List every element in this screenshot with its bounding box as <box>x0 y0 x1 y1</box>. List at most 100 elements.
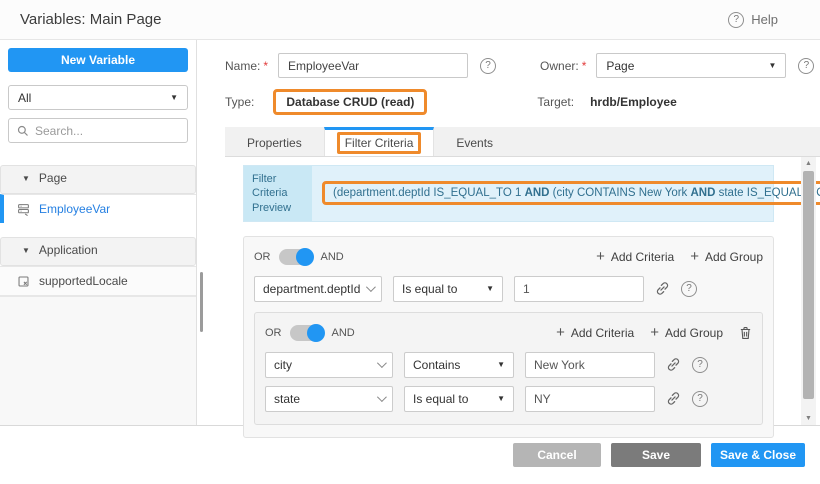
target-label: Target: <box>537 95 574 109</box>
scroll-down-arrow[interactable]: ▼ <box>801 412 816 425</box>
chevron-down-icon <box>377 393 387 403</box>
bind-variable-button[interactable] <box>666 391 681 406</box>
tree-node-employeevar[interactable]: EmployeeVar <box>0 194 196 223</box>
trash-icon <box>739 326 752 340</box>
help-label: Help <box>751 12 778 27</box>
save-button[interactable]: Save <box>611 443 701 467</box>
operator-select[interactable]: Is equal to ▼ <box>393 276 503 302</box>
or-and-toggle[interactable] <box>290 325 324 341</box>
bind-variable-button[interactable] <box>655 281 670 296</box>
delete-group-button[interactable] <box>739 326 752 340</box>
field-select[interactable]: state <box>265 386 393 412</box>
chevron-down-icon <box>366 283 376 293</box>
tree-node-application[interactable]: ▼ Application <box>0 237 196 266</box>
owner-value: Page <box>606 59 634 73</box>
model-variable-icon <box>17 275 30 288</box>
value-input[interactable] <box>525 352 655 378</box>
name-label: Name: <box>225 59 260 73</box>
help-button[interactable]: ? Help <box>728 12 778 28</box>
caret-down-icon: ▼ <box>170 93 178 102</box>
scroll-up-arrow[interactable]: ▲ <box>801 157 816 170</box>
add-group-label: Add Group <box>665 326 723 340</box>
caret-down-icon: ▼ <box>486 284 494 293</box>
target-value: hrdb/Employee <box>590 95 677 109</box>
field-select[interactable]: city <box>265 352 393 378</box>
vertical-scrollbar[interactable]: ▲ ▼ <box>801 157 816 425</box>
criteria-help-icon[interactable]: ? <box>681 281 697 297</box>
operator-select[interactable]: Contains ▼ <box>404 352 514 378</box>
operator-value: Is equal to <box>413 392 468 406</box>
add-criteria-button[interactable]: + Add Criteria <box>556 325 634 340</box>
caret-down-icon: ▼ <box>497 360 505 369</box>
bind-variable-button[interactable] <box>666 357 681 372</box>
preview-label: Filter Criteria Preview <box>244 166 312 221</box>
value-input[interactable] <box>514 276 644 302</box>
plus-icon: + <box>596 249 605 264</box>
add-group-button[interactable]: + Add Group <box>650 325 723 340</box>
tree-node-label: Page <box>39 171 67 185</box>
name-input[interactable] <box>278 53 468 78</box>
and-label: AND <box>321 251 344 263</box>
operator-value: Is equal to <box>402 282 457 296</box>
or-label: OR <box>265 327 282 339</box>
add-criteria-button[interactable]: + Add Criteria <box>596 249 674 264</box>
required-marker: * <box>582 59 587 73</box>
group-toolbar: OR AND + Add Criteria + Add Group <box>254 246 763 268</box>
tree-node-page[interactable]: ▼ Page <box>0 165 196 194</box>
add-group-button[interactable]: + Add Group <box>690 249 763 264</box>
toggle-knob <box>307 324 325 342</box>
or-label: OR <box>254 251 271 263</box>
criteria-help-icon[interactable]: ? <box>692 391 708 407</box>
criteria-row: state Is equal to ▼ <box>265 386 752 412</box>
operator-value: Contains <box>413 358 460 372</box>
value-input[interactable] <box>525 386 655 412</box>
name-help-icon[interactable]: ? <box>480 58 496 74</box>
caret-down-icon: ▼ <box>768 61 776 70</box>
or-and-toggle[interactable] <box>279 249 313 265</box>
tab-properties[interactable]: Properties <box>225 127 324 156</box>
cancel-button[interactable]: Cancel <box>513 443 601 467</box>
collapse-arrow-icon: ▼ <box>22 174 30 183</box>
variable-editor: Name:* ? Owner:* Page ▼ ? Type: Database… <box>197 40 820 425</box>
filter-criteria-preview: Filter Criteria Preview (department.dept… <box>243 165 774 222</box>
tab-events[interactable]: Events <box>434 127 515 156</box>
search-input[interactable] <box>35 124 179 138</box>
criteria-row: department.deptId Is equal to ▼ <box>254 276 763 302</box>
help-icon: ? <box>728 12 744 28</box>
variable-tree: ▼ Page EmployeeVar ▼ Application <box>0 151 196 296</box>
criteria-row: city Contains ▼ <box>265 352 752 378</box>
owner-help-icon[interactable]: ? <box>798 58 814 74</box>
new-variable-button[interactable]: New Variable <box>8 48 188 72</box>
operator-select[interactable]: Is equal to ▼ <box>404 386 514 412</box>
criteria-group-root: OR AND + Add Criteria + Add Group <box>243 236 774 438</box>
scrollbar-thumb[interactable] <box>803 171 814 399</box>
type-value-highlighted: Database CRUD (read) <box>273 89 427 115</box>
tree-node-supportedlocale[interactable]: supportedLocale <box>0 266 196 295</box>
and-label: AND <box>332 327 355 339</box>
group-toolbar: OR AND + Add Criteria + <box>265 322 752 344</box>
plus-icon: + <box>690 249 699 264</box>
field-select[interactable]: department.deptId <box>254 276 382 302</box>
editor-tabs: Properties Filter Criteria Events <box>225 127 820 157</box>
link-icon <box>655 281 670 296</box>
criteria-help-icon[interactable]: ? <box>692 357 708 373</box>
add-group-label: Add Group <box>705 250 763 264</box>
tree-node-label: supportedLocale <box>39 274 128 288</box>
tree-node-label: EmployeeVar <box>39 202 110 216</box>
add-criteria-label: Add Criteria <box>571 326 634 340</box>
save-and-close-button[interactable]: Save & Close <box>711 443 805 467</box>
database-variable-icon <box>17 203 30 216</box>
tab-label: Events <box>456 136 493 150</box>
variable-filter-value: All <box>18 91 31 105</box>
plus-icon: + <box>650 325 659 340</box>
search-box[interactable] <box>8 118 188 143</box>
field-value: city <box>274 358 292 372</box>
dialog-body: New Variable All ▼ ▼ Page <box>0 40 820 426</box>
chevron-down-icon <box>377 359 387 369</box>
tab-label-highlighted: Filter Criteria <box>337 132 422 154</box>
panel-scrollbar-thumb[interactable] <box>200 272 203 332</box>
tab-filter-criteria[interactable]: Filter Criteria <box>324 127 435 156</box>
variable-filter-select[interactable]: All ▼ <box>8 85 188 110</box>
owner-select[interactable]: Page ▼ <box>596 53 786 78</box>
tab-label: Properties <box>247 136 302 150</box>
